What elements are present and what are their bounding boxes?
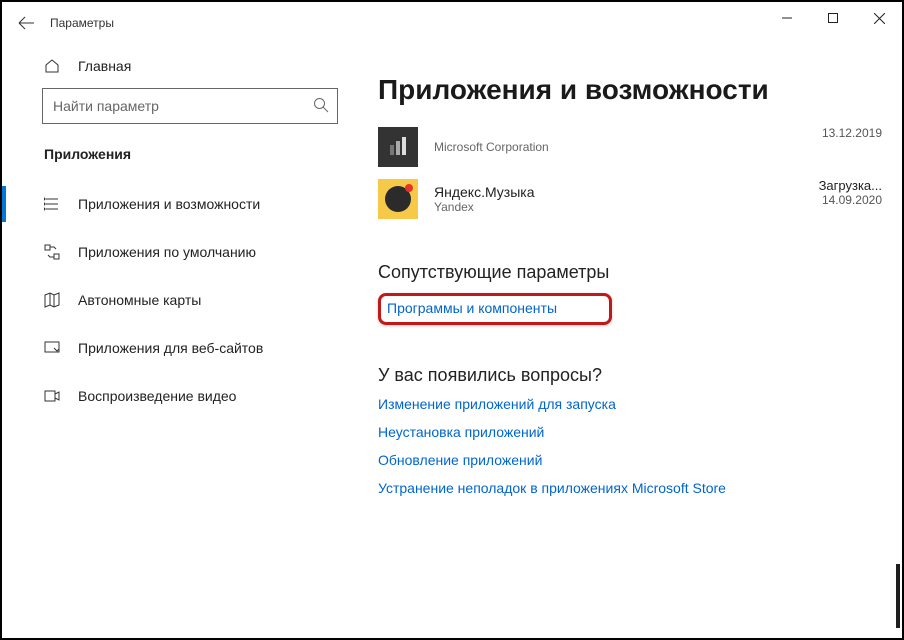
- minimize-button[interactable]: [764, 2, 810, 34]
- settings-window: Параметры Главная Приложения Приложения …: [0, 0, 904, 640]
- help-link-troubleshoot[interactable]: Устранение неполадок в приложениях Micro…: [378, 480, 888, 496]
- main-content: Приложения и возможности Microsoft Corpo…: [378, 74, 888, 496]
- home-label: Главная: [78, 58, 131, 74]
- maximize-button[interactable]: [810, 2, 856, 34]
- search-box[interactable]: [42, 88, 338, 124]
- nav-default-apps[interactable]: Приложения по умолчанию: [2, 228, 340, 276]
- nav-label: Автономные карты: [78, 292, 201, 308]
- sidebar-section-label: Приложения: [44, 146, 340, 162]
- help-link-update[interactable]: Обновление приложений: [378, 452, 888, 468]
- close-button[interactable]: [856, 2, 902, 34]
- programs-components-link[interactable]: Программы и компоненты: [387, 300, 557, 316]
- app-publisher: Yandex: [434, 200, 535, 214]
- app-row-microsoft[interactable]: Microsoft Corporation 13.12.2019: [378, 124, 888, 170]
- help-heading: У вас появились вопросы?: [378, 365, 888, 386]
- nav-list: Приложения и возможности Приложения по у…: [2, 180, 340, 420]
- home-nav[interactable]: Главная: [42, 58, 340, 74]
- defaults-icon: [42, 244, 62, 260]
- maps-icon: [42, 292, 62, 308]
- app-date: 13.12.2019: [822, 126, 882, 140]
- app-icon: [378, 179, 418, 219]
- app-row-yandex-music[interactable]: Яндекс.Музыка Yandex Загрузка... 14.09.2…: [378, 176, 888, 222]
- nav-label: Воспроизведение видео: [78, 388, 236, 404]
- home-icon: [42, 58, 62, 74]
- sidebar: Главная Приложения Приложения и возможно…: [2, 58, 354, 420]
- app-date: 14.09.2020: [819, 193, 882, 207]
- related-heading: Сопутствующие параметры: [378, 262, 888, 283]
- scrollbar-thumb[interactable]: [896, 564, 900, 628]
- titlebar: Параметры: [2, 2, 902, 44]
- nav-label: Приложения и возможности: [78, 196, 260, 212]
- highlighted-link-box: Программы и компоненты: [378, 293, 612, 325]
- nav-label: Приложения по умолчанию: [78, 244, 256, 260]
- nav-web-apps[interactable]: Приложения для веб-сайтов: [2, 324, 340, 372]
- nav-offline-maps[interactable]: Автономные карты: [2, 276, 340, 324]
- app-size: Загрузка...: [819, 178, 882, 193]
- nav-apps-features[interactable]: Приложения и возможности: [2, 180, 340, 228]
- page-heading: Приложения и возможности: [378, 74, 888, 106]
- nav-label: Приложения для веб-сайтов: [78, 340, 263, 356]
- app-publisher: Microsoft Corporation: [434, 140, 549, 154]
- nav-video-playback[interactable]: Воспроизведение видео: [2, 372, 340, 420]
- app-icon: [378, 127, 418, 167]
- web-apps-icon: [42, 340, 62, 356]
- help-link-startup[interactable]: Изменение приложений для запуска: [378, 396, 888, 412]
- window-title: Параметры: [50, 16, 114, 30]
- help-link-uninstall[interactable]: Неустановка приложений: [378, 424, 888, 440]
- search-input[interactable]: [43, 89, 303, 123]
- back-button[interactable]: [2, 2, 50, 44]
- list-icon: [42, 196, 62, 212]
- video-icon: [42, 388, 62, 404]
- search-icon: [313, 97, 329, 113]
- app-name: Яндекс.Музыка: [434, 184, 535, 200]
